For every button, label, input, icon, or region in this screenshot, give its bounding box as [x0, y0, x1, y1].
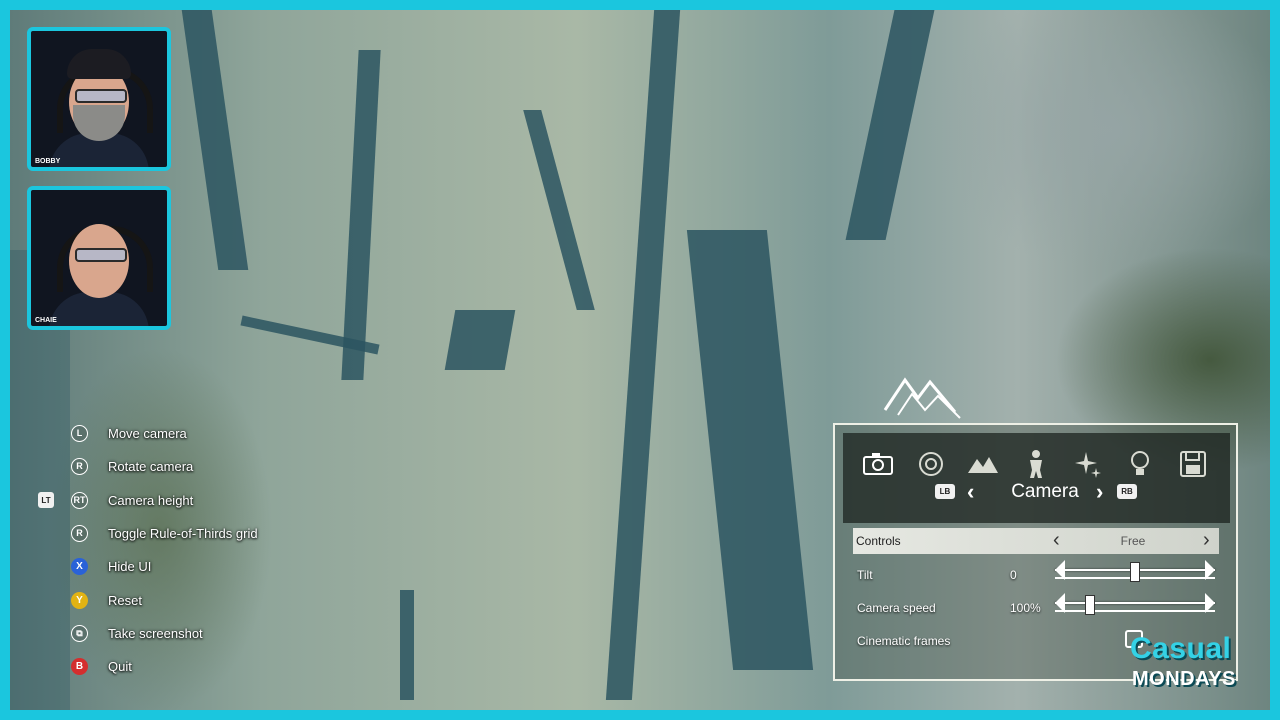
hint-label: Hide UI	[108, 558, 152, 574]
casual-mondays-logo: Casual MONDAYS	[1128, 632, 1258, 696]
lightbulb-icon[interactable]	[1123, 447, 1157, 481]
cinematic-frames-label: Cinematic frames	[857, 634, 951, 648]
left-trigger-icon: LT	[38, 492, 54, 508]
panel-title: Camera	[1011, 481, 1079, 502]
rock-crack	[181, 10, 249, 270]
rb-button-icon: RB	[1117, 484, 1137, 499]
webcam-streamer-2: CHAIE	[27, 186, 171, 330]
camera-speed-slider[interactable]	[1055, 593, 1215, 615]
camera-icon[interactable]	[861, 447, 895, 481]
sparkle-icon[interactable]	[1071, 447, 1105, 481]
rock-crack	[605, 10, 681, 700]
chevron-left-icon[interactable]: ‹	[967, 479, 974, 505]
mountains-icon[interactable]	[966, 447, 1000, 481]
tilt-value: 0	[1010, 568, 1017, 582]
tilt-slider[interactable]	[1055, 560, 1215, 582]
camera-speed-value: 100%	[1010, 601, 1041, 615]
streamer-name: CHAIE	[35, 317, 57, 324]
tilt-slider-thumb[interactable]	[1130, 562, 1140, 582]
right-stick-click-icon: R	[71, 524, 88, 542]
hint-label: Move camera	[108, 425, 187, 441]
camera-speed-slider-thumb[interactable]	[1084, 595, 1095, 615]
logo-line-1: Casual	[1130, 632, 1232, 665]
save-icon[interactable]	[1176, 447, 1210, 481]
chevron-left-icon[interactable]: ‹	[1053, 529, 1060, 552]
hint-label: Rotate camera	[108, 458, 194, 474]
hint-label: Toggle Rule-of-Thirds grid	[108, 525, 258, 541]
hint-label: Camera height	[108, 492, 194, 508]
y-button-icon: Y	[71, 591, 88, 609]
chevron-right-icon[interactable]: ›	[1096, 479, 1103, 505]
logo-line-2: MONDAYS	[1132, 668, 1236, 690]
right-trigger-icon: RT	[71, 491, 88, 509]
rock-crack	[341, 50, 381, 380]
hint-label: Take screenshot	[108, 625, 203, 641]
rock-crack	[845, 10, 935, 240]
right-stick-icon: R	[71, 457, 88, 475]
rock-crack	[400, 590, 414, 700]
hint-label: Reset	[108, 592, 142, 608]
rock-crack	[444, 310, 516, 370]
lb-button-icon: LB	[935, 484, 955, 499]
webcam-streamer-1: BOBBY	[27, 27, 171, 171]
chevron-right-icon[interactable]: ›	[1203, 529, 1210, 552]
b-button-icon: B	[71, 657, 88, 675]
rock-crack	[523, 110, 595, 310]
rock-crack	[686, 230, 814, 670]
view-button-icon: ⧉	[71, 624, 88, 642]
character-icon[interactable]	[1019, 447, 1053, 481]
target-icon[interactable]	[914, 447, 948, 481]
controls-label: Controls	[856, 534, 901, 548]
controls-row[interactable]: Controls ‹ Free ›	[853, 528, 1219, 554]
x-button-icon: X	[71, 557, 88, 575]
camera-speed-label: Camera speed	[857, 601, 936, 615]
streamer-name: BOBBY	[35, 158, 61, 165]
hint-label: Quit	[108, 658, 132, 674]
left-stick-icon: L	[71, 424, 88, 442]
controls-value: Free	[1120, 534, 1146, 548]
photo-mode-header: LB ‹ Camera › RB	[843, 433, 1230, 523]
tilt-label: Tilt	[857, 568, 873, 582]
mountain-logo-icon	[883, 377, 961, 419]
